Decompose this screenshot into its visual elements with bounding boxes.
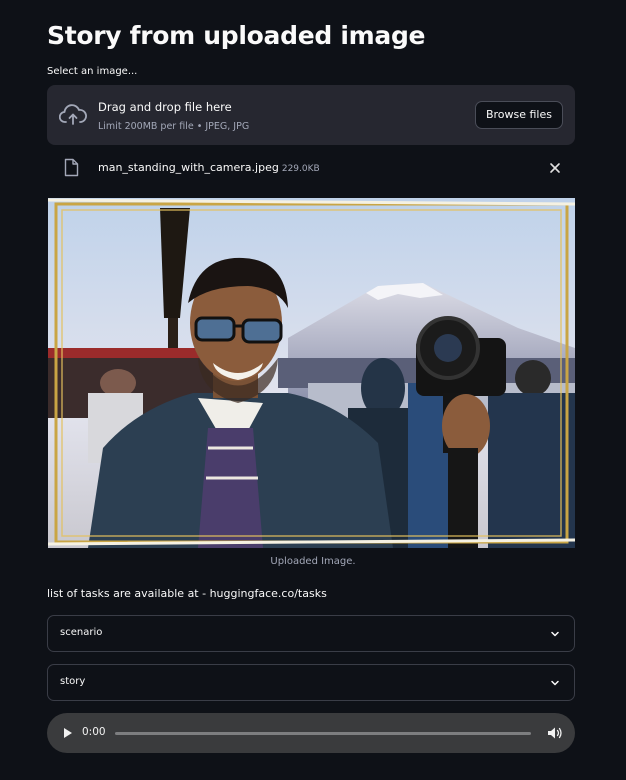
chevron-down-icon <box>551 680 559 686</box>
scenario-expander[interactable]: scenario <box>47 615 575 652</box>
chevron-down-icon <box>551 631 559 637</box>
story-expander-label: story <box>60 676 86 687</box>
file-name: man_standing_with_camera.jpeg 229.0KB <box>98 161 320 174</box>
file-name-text: man_standing_with_camera.jpeg <box>98 161 279 174</box>
dropzone-subtitle: Limit 200MB per file • JPEG, JPG <box>98 121 250 132</box>
page-title: Story from uploaded image <box>47 21 426 50</box>
scenario-expander-label: scenario <box>60 627 103 638</box>
dropzone-title: Drag and drop file here <box>98 100 232 114</box>
audio-player[interactable]: 0:00 <box>47 713 575 753</box>
file-icon <box>64 158 79 177</box>
play-icon[interactable] <box>63 727 73 739</box>
image-caption: Uploaded Image. <box>270 556 356 567</box>
close-icon[interactable] <box>549 162 561 174</box>
uploaded-photo-illustration <box>48 198 575 548</box>
file-size: 229.0KB <box>281 164 320 174</box>
tasks-info-text: list of tasks are available at - hugging… <box>47 587 327 600</box>
uploader-label: Select an image... <box>47 66 138 77</box>
audio-progress-track[interactable] <box>115 732 531 735</box>
audio-time: 0:00 <box>82 726 106 738</box>
uploaded-image <box>48 198 575 548</box>
file-dropzone[interactable]: Drag and drop file here Limit 200MB per … <box>47 85 575 145</box>
story-expander[interactable]: story <box>47 664 575 701</box>
browse-files-button[interactable]: Browse files <box>474 101 563 129</box>
uploaded-file-row: man_standing_with_camera.jpeg 229.0KB <box>47 155 575 181</box>
volume-icon[interactable] <box>547 726 563 740</box>
cloud-upload-icon <box>59 104 87 125</box>
